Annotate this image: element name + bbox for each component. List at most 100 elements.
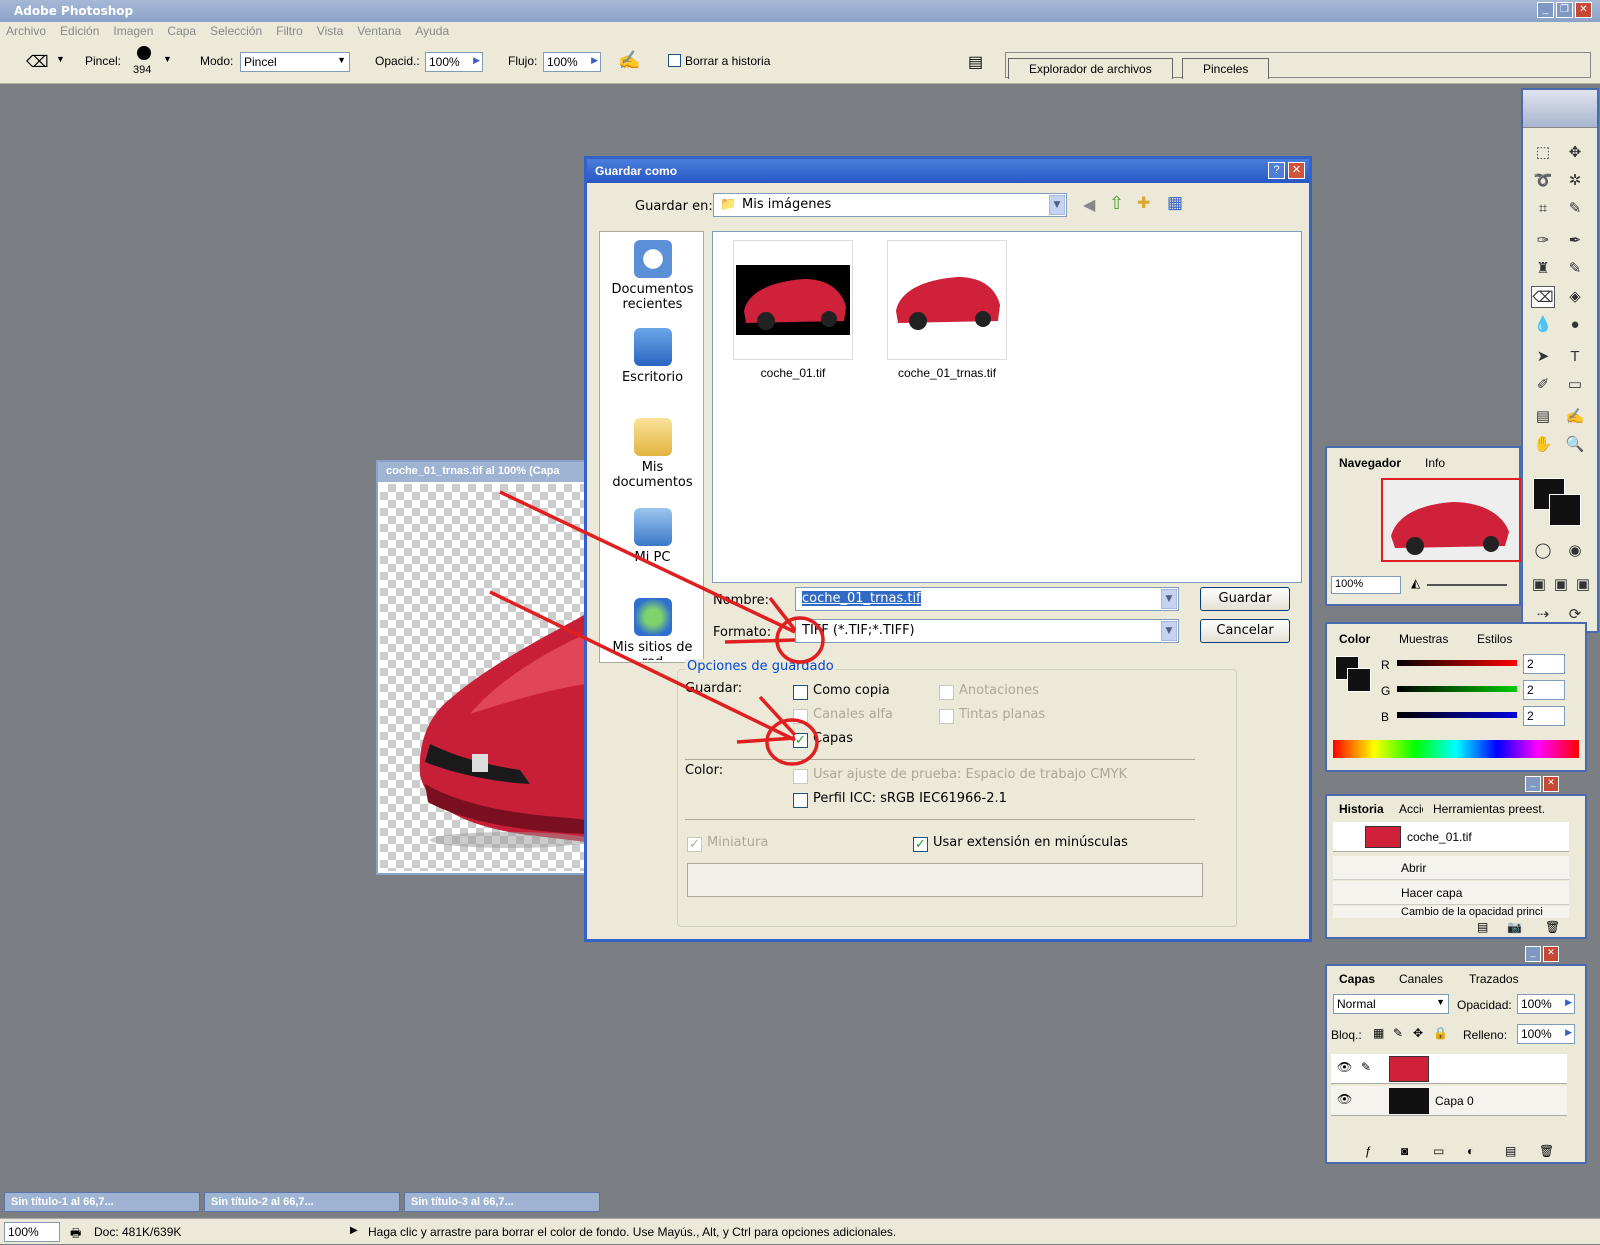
bloq-label: Bloq.: bbox=[1331, 1028, 1362, 1042]
path-select-icon[interactable]: ➤ bbox=[1531, 346, 1555, 368]
lock-all-icon[interactable]: 🔒 bbox=[1433, 1026, 1448, 1040]
snapshot-name: coche_01.tif bbox=[1407, 830, 1472, 844]
tab-herramientas[interactable]: Herramientas preest. bbox=[1427, 800, 1567, 818]
zoom-tool-icon[interactable]: 🔍 bbox=[1563, 434, 1587, 456]
notes-tool-icon[interactable]: ▤ bbox=[1531, 406, 1555, 428]
toolbox: ⬚ ✥ ➰ ✲ ⌗ ✎ ✑ ✒ ♜ ✎ ⌫ ◈ 💧 ● ➤ T ✐ ▭ ▤ ✍ … bbox=[1521, 88, 1599, 633]
blur-tool-icon[interactable]: 💧 bbox=[1531, 314, 1555, 336]
g-input[interactable]: 2 bbox=[1523, 680, 1565, 700]
brush-tool-icon[interactable]: ✒ bbox=[1563, 230, 1587, 252]
history-item[interactable]: Hacer capa bbox=[1333, 881, 1569, 905]
adjustment-layer-icon[interactable]: ◐ bbox=[1467, 1144, 1474, 1158]
background-color-swatch[interactable] bbox=[1549, 494, 1581, 526]
tab-historia[interactable]: Historia bbox=[1333, 800, 1390, 818]
r-slider[interactable] bbox=[1397, 660, 1517, 666]
zoom-out-icon[interactable]: ◭ bbox=[1411, 576, 1420, 590]
paint-bucket-icon[interactable]: ◈ bbox=[1563, 286, 1587, 308]
magic-wand-icon[interactable]: ✲ bbox=[1563, 170, 1587, 192]
minimized-doc-1[interactable]: Sin título-1 al 66,7... bbox=[4, 1192, 200, 1212]
relleno-input[interactable]: 100% ▶ bbox=[1517, 1024, 1575, 1044]
layer-thumbnail bbox=[1389, 1088, 1429, 1114]
healing-brush-icon[interactable]: ✑ bbox=[1531, 230, 1555, 252]
layer-row-capa1[interactable]: 👁 ✎ Capa 1 bbox=[1331, 1054, 1569, 1084]
layer-opacidad-input[interactable]: 100% ▶ bbox=[1517, 994, 1575, 1014]
close-button[interactable]: ✕ bbox=[1543, 776, 1559, 792]
slice-tool-icon[interactable]: ✎ bbox=[1563, 198, 1587, 220]
lock-image-icon[interactable]: ✎ bbox=[1393, 1026, 1403, 1040]
brush-link-icon[interactable]: ✎ bbox=[1361, 1060, 1371, 1074]
snapshot-thumbnail bbox=[1365, 826, 1401, 848]
b-input[interactable]: 2 bbox=[1523, 706, 1565, 726]
layer-style-icon[interactable]: ƒ bbox=[1365, 1144, 1372, 1158]
tab-trazados[interactable]: Trazados bbox=[1463, 970, 1525, 988]
annotation-arrow-formato bbox=[499, 490, 796, 634]
minimize-button[interactable]: _ bbox=[1525, 776, 1541, 792]
type-tool-icon[interactable]: T bbox=[1563, 346, 1587, 368]
move-tool-icon[interactable]: ✥ bbox=[1563, 142, 1587, 164]
r-input[interactable]: 2 bbox=[1523, 654, 1565, 674]
layer-name: Capa 0 bbox=[1435, 1094, 1474, 1108]
eraser-tool-icon[interactable]: ⌫ bbox=[1531, 286, 1555, 308]
zoom-slider[interactable] bbox=[1427, 584, 1507, 586]
layer-name: Capa 1 bbox=[1435, 1062, 1475, 1076]
tab-canales[interactable]: Canales bbox=[1393, 970, 1449, 988]
color-panel: Color Muestras Estilos R 2 G 2 B 2 bbox=[1325, 622, 1587, 772]
g-slider[interactable] bbox=[1397, 686, 1517, 692]
lock-transparency-icon[interactable]: ▦ bbox=[1373, 1026, 1384, 1040]
screen-mode-icon[interactable]: ▣ bbox=[1527, 574, 1551, 596]
stamp-tool-icon[interactable]: ♜ bbox=[1531, 258, 1555, 280]
new-snapshot-icon[interactable]: 📷 bbox=[1507, 920, 1522, 934]
minimized-doc-3[interactable]: Sin título-3 al 66,7... bbox=[404, 1192, 600, 1212]
crop-tool-icon[interactable]: ⌗ bbox=[1531, 198, 1555, 220]
layer-mask-icon[interactable]: ◙ bbox=[1401, 1144, 1408, 1158]
eye-icon[interactable]: 👁 bbox=[1337, 1060, 1352, 1074]
screen-mode-fullmenu-icon[interactable]: ▣ bbox=[1571, 574, 1595, 596]
b-slider[interactable] bbox=[1397, 712, 1517, 718]
history-item[interactable]: Cambio de la opacidad princi bbox=[1333, 906, 1569, 918]
eye-icon[interactable]: 👁 bbox=[1337, 1092, 1352, 1106]
screen-mode-full-icon[interactable]: ▣ bbox=[1549, 574, 1573, 596]
new-set-icon[interactable]: ▭ bbox=[1433, 1144, 1444, 1158]
history-snapshot[interactable]: coche_01.tif bbox=[1333, 822, 1569, 852]
lasso-tool-icon[interactable]: ➰ bbox=[1531, 170, 1555, 192]
tab-navegador[interactable]: Navegador bbox=[1333, 454, 1408, 472]
quickmask-mode-icon[interactable]: ◉ bbox=[1563, 540, 1587, 562]
tab-capas[interactable]: Capas bbox=[1333, 970, 1382, 988]
marquee-tool-icon[interactable]: ⬚ bbox=[1531, 142, 1555, 164]
new-document-icon[interactable]: ▤ bbox=[1477, 920, 1488, 934]
tab-estilos[interactable]: Estilos bbox=[1471, 630, 1518, 648]
trash-icon[interactable]: 🗑 bbox=[1545, 920, 1560, 934]
history-item[interactable]: Abrir bbox=[1333, 856, 1569, 880]
hand-tool-icon[interactable]: ✋ bbox=[1531, 434, 1555, 456]
print-preview-icon[interactable]: 🖶 bbox=[70, 1224, 81, 1245]
blend-mode-select[interactable]: Normal ▼ bbox=[1333, 994, 1449, 1014]
tab-color[interactable]: Color bbox=[1333, 630, 1377, 648]
status-bar: 100% 🖶 Doc: 481K/639K ▶ Haga clic y arra… bbox=[0, 1218, 1600, 1244]
status-zoom[interactable]: 100% bbox=[4, 1222, 60, 1242]
b-label: B bbox=[1381, 710, 1390, 724]
new-layer-icon[interactable]: ▤ bbox=[1505, 1144, 1516, 1158]
status-menu-arrow-icon[interactable]: ▶ bbox=[350, 1225, 358, 1236]
trash-icon[interactable]: 🗑 bbox=[1539, 1144, 1554, 1158]
relleno-label: Relleno: bbox=[1463, 1028, 1508, 1042]
layer-thumbnail bbox=[1389, 1056, 1429, 1082]
eyedropper-icon[interactable]: ✍ bbox=[1563, 406, 1587, 428]
navigator-zoom-input[interactable]: 100% bbox=[1331, 576, 1401, 594]
color-ramp[interactable] bbox=[1333, 740, 1579, 758]
adobe-logo-icon[interactable] bbox=[1523, 90, 1597, 128]
shape-tool-icon[interactable]: ▭ bbox=[1563, 374, 1587, 396]
tab-muestras[interactable]: Muestras bbox=[1393, 630, 1454, 648]
tab-info[interactable]: Info bbox=[1419, 454, 1451, 472]
layer-row-capa0[interactable]: 👁 Capa 0 bbox=[1331, 1086, 1567, 1116]
tab-acciones[interactable]: Acciones bbox=[1393, 800, 1423, 818]
pen-tool-icon[interactable]: ✐ bbox=[1531, 374, 1555, 396]
minimized-doc-2[interactable]: Sin título-2 al 66,7... bbox=[204, 1192, 400, 1212]
close-button[interactable]: ✕ bbox=[1543, 946, 1559, 962]
standard-mode-icon[interactable]: ◯ bbox=[1531, 540, 1555, 562]
lock-position-icon[interactable]: ✥ bbox=[1413, 1026, 1423, 1040]
color-bg-swatch[interactable] bbox=[1347, 668, 1371, 692]
minimize-button[interactable]: _ bbox=[1525, 946, 1541, 962]
dodge-tool-icon[interactable]: ● bbox=[1563, 314, 1587, 336]
history-brush-icon[interactable]: ✎ bbox=[1563, 258, 1587, 280]
navigator-preview[interactable] bbox=[1381, 478, 1521, 562]
